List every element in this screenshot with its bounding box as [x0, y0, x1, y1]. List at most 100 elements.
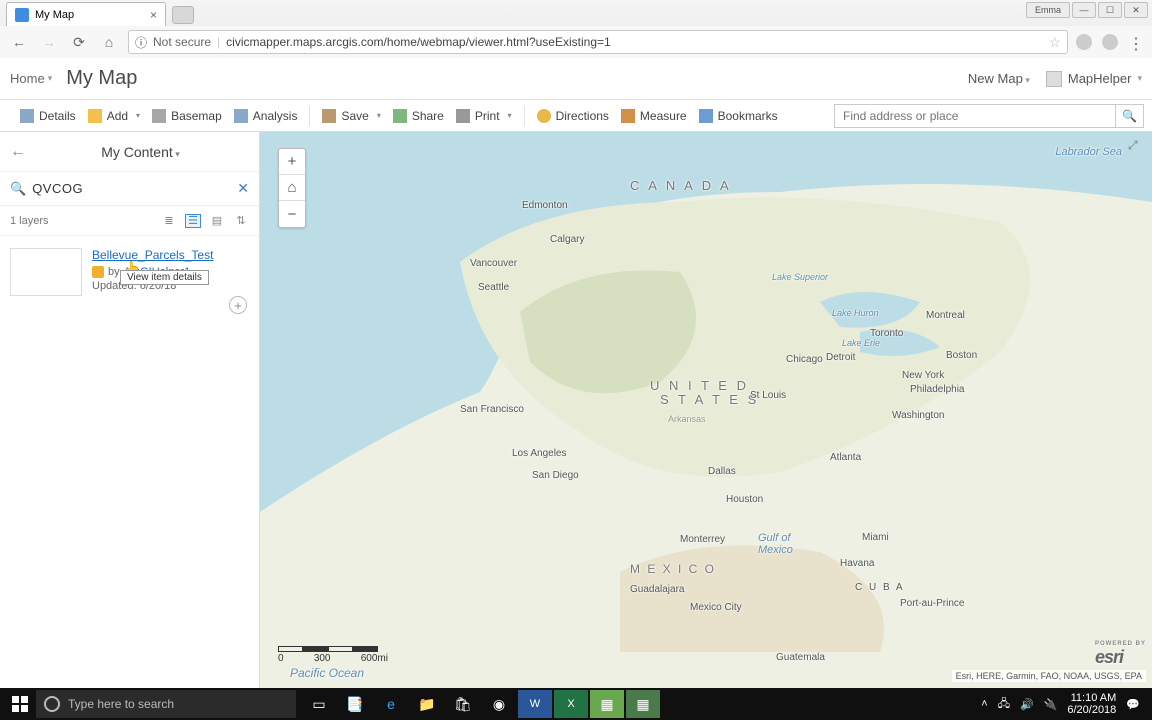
panel-back-button[interactable]: ← [10, 143, 32, 161]
scale-bar: 0 300 600mi [278, 646, 388, 664]
save-dropdown[interactable]: Save [318, 106, 384, 126]
share-icon [393, 109, 407, 123]
details-button[interactable]: Details [16, 106, 80, 126]
security-label: Not secure [153, 35, 211, 49]
view-details-icon[interactable]: ☰ [185, 214, 201, 228]
cortana-icon [44, 696, 60, 712]
edge-icon[interactable]: e [374, 690, 408, 718]
extension-icon[interactable] [1076, 34, 1092, 50]
view-table-icon[interactable]: ▤ [209, 214, 225, 228]
reload-button[interactable]: ⟳ [68, 31, 90, 53]
home-button[interactable]: ⌂ [98, 31, 120, 53]
tray-chevron-icon[interactable]: ˄ [981, 698, 987, 710]
layer-count: 1 layers [10, 215, 49, 227]
print-dropdown[interactable]: Print [452, 106, 516, 126]
add-layer-button[interactable]: + [229, 296, 247, 314]
basemap-icon [152, 109, 166, 123]
app-icon[interactable]: 📑 [338, 690, 372, 718]
browser-tab[interactable]: My Map × [6, 2, 166, 26]
close-window-button[interactable]: ✕ [1124, 2, 1148, 18]
share-button[interactable]: Share [389, 106, 448, 126]
details-icon [20, 109, 34, 123]
sort-icon[interactable]: ⇅ [233, 214, 249, 228]
start-button[interactable] [4, 688, 36, 720]
result-thumbnail[interactable] [10, 248, 82, 296]
app-icon[interactable]: ▦ [590, 690, 624, 718]
search-icon: 🔍 [10, 181, 26, 197]
chrome-menu-icon[interactable]: ⋮ [1128, 34, 1144, 50]
bookmarks-icon [699, 109, 713, 123]
map-attribution: Esri, HERE, Garmin, FAO, NOAA, USGS, EPA [952, 670, 1146, 682]
globe-icon [15, 8, 29, 22]
maximize-button[interactable]: ☐ [1098, 2, 1122, 18]
system-tray: ˄ 🖧 🔊 🔌 11:10 AM 6/20/2018 💬 [981, 692, 1148, 716]
minimize-button[interactable]: — [1072, 2, 1096, 18]
notifications-icon[interactable]: 💬 [1126, 698, 1140, 711]
address-bar-row: ← → ⟳ ⌂ ⓘ Not secure | civicmapper.maps.… [0, 26, 1152, 58]
excel-icon[interactable]: X [554, 690, 588, 718]
extension-icon[interactable] [1102, 34, 1118, 50]
user-menu[interactable]: MapHelper [1046, 71, 1142, 87]
clock[interactable]: 11:10 AM 6/20/2018 [1067, 692, 1116, 716]
power-icon[interactable]: 🔌 [1044, 698, 1058, 711]
zoom-out-button[interactable]: − [279, 201, 305, 227]
measure-button[interactable]: Measure [617, 106, 691, 126]
username: MapHelper [1068, 71, 1132, 86]
info-icon: ⓘ [135, 34, 147, 51]
directions-button[interactable]: Directions [533, 106, 613, 126]
extensions: ⋮ [1076, 34, 1144, 50]
map-canvas[interactable]: + ⌂ − ⤢ C A N A D A U N I T E D S T A T … [260, 132, 1152, 688]
result-title-link[interactable]: Bellevue_Parcels_Test [92, 248, 249, 262]
file-explorer-icon[interactable]: 📁 [410, 690, 444, 718]
word-icon[interactable]: W [518, 690, 552, 718]
home-dropdown[interactable]: Home [10, 71, 52, 86]
esri-logo: POWERED BY esri [1095, 641, 1146, 668]
directions-icon [537, 109, 551, 123]
network-icon[interactable]: 🖧 [998, 695, 1010, 714]
forward-button[interactable]: → [38, 31, 60, 53]
view-list-icon[interactable]: ≣ [161, 214, 177, 228]
chrome-icon[interactable]: ◉ [482, 690, 516, 718]
window-controls: Emma — ☐ ✕ [1026, 2, 1148, 18]
analysis-icon [234, 109, 248, 123]
new-tab-button[interactable] [172, 6, 194, 24]
authoritative-badge-icon [92, 266, 104, 278]
map-toolbar: Details Add Basemap Analysis Save Share … [0, 100, 1152, 132]
address-bar[interactable]: ⓘ Not secure | civicmapper.maps.arcgis.c… [128, 30, 1068, 54]
zoom-in-button[interactable]: + [279, 149, 305, 175]
store-icon[interactable]: 🛍 [446, 690, 480, 718]
default-extent-button[interactable]: ⌂ [279, 175, 305, 201]
fullscreen-button[interactable]: ⤢ [1128, 138, 1146, 156]
browser-chrome: Emma — ☐ ✕ My Map × ← → ⟳ ⌂ ⓘ Not secure… [0, 0, 1152, 58]
volume-icon[interactable]: 🔊 [1020, 698, 1034, 711]
tooltip: View item details [120, 270, 209, 285]
measure-icon [621, 109, 635, 123]
geocode-search[interactable]: 🔍 [834, 104, 1144, 128]
layer-search-input[interactable] [32, 181, 237, 196]
url-text: civicmapper.maps.arcgis.com/home/webmap/… [226, 35, 611, 49]
content-scope-dropdown[interactable]: My Content [32, 144, 249, 160]
avatar-icon [1046, 71, 1062, 87]
task-view-icon[interactable]: ▭ [302, 690, 336, 718]
close-tab-icon[interactable]: × [150, 8, 157, 22]
clear-search-icon[interactable]: ✕ [237, 180, 249, 197]
basemap-button[interactable]: Basemap [148, 106, 226, 126]
new-map-dropdown[interactable]: New Map [968, 71, 1030, 86]
search-icon[interactable]: 🔍 [1115, 105, 1143, 127]
taskbar-search-placeholder: Type here to search [68, 697, 174, 711]
back-button[interactable]: ← [8, 31, 30, 53]
plus-icon [88, 109, 102, 123]
tab-title: My Map [35, 9, 74, 21]
search-result-item: Bellevue_Parcels_Test by ArcGIHelper1 Up… [10, 248, 249, 296]
basemap-svg [260, 132, 1152, 688]
analysis-button[interactable]: Analysis [230, 106, 302, 126]
geocode-input[interactable] [835, 109, 1115, 123]
add-dropdown[interactable]: Add [84, 106, 144, 126]
app-icon[interactable]: ▦ [626, 690, 660, 718]
bookmarks-button[interactable]: Bookmarks [695, 106, 782, 126]
taskbar-search[interactable]: Type here to search [36, 690, 296, 718]
user-badge[interactable]: Emma [1026, 2, 1070, 18]
map-title[interactable]: My Map [66, 67, 137, 90]
main-content: ← My Content 🔍 ✕ 1 layers ≣ ☰ ▤ ⇅ Bellev… [0, 132, 1152, 688]
bookmark-star-icon[interactable]: ☆ [1048, 34, 1061, 51]
